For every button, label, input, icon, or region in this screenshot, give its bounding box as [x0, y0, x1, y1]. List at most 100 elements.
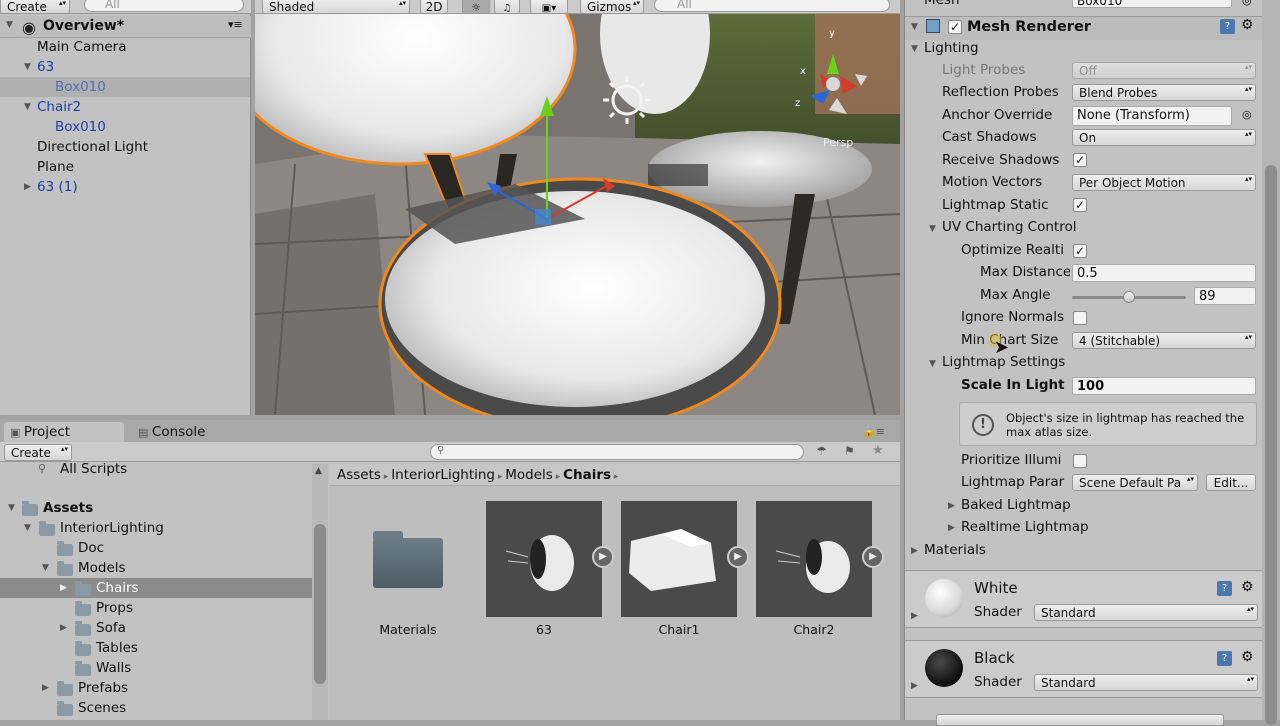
- object-picker-icon[interactable]: ◎: [1242, 108, 1252, 121]
- collapse-arrow-icon[interactable]: ▼: [911, 22, 918, 32]
- add-component-button[interactable]: [936, 714, 1224, 726]
- lighting-header[interactable]: Lighting: [924, 40, 979, 56]
- asset-chair2[interactable]: [756, 501, 872, 617]
- asset-chair1[interactable]: [621, 501, 737, 617]
- tree-item-assets[interactable]: ▼ Assets: [0, 498, 312, 518]
- max-angle-field[interactable]: 89: [1194, 287, 1256, 305]
- expand-arrow-icon[interactable]: ▶: [42, 678, 49, 698]
- hierarchy-item-chair2[interactable]: ▼ Chair2: [0, 97, 250, 117]
- optimize-checkbox[interactable]: ✓: [1073, 244, 1087, 258]
- effects-dropdown[interactable]: ▣▾: [530, 0, 568, 14]
- tree-item-tables[interactable]: Tables: [0, 638, 312, 658]
- expand-model-button[interactable]: ▶: [727, 546, 749, 568]
- lightmap-static-checkbox[interactable]: ✓: [1073, 198, 1087, 212]
- expand-arrow-icon[interactable]: ▼: [24, 518, 31, 538]
- help-book-icon[interactable]: ?: [1217, 581, 1232, 596]
- expand-arrow-icon[interactable]: ▼: [42, 558, 49, 578]
- expand-model-button[interactable]: ▶: [862, 546, 884, 568]
- shader-dropdown[interactable]: Standard: [1034, 604, 1258, 621]
- 2d-toggle-button[interactable]: 2D: [420, 0, 448, 14]
- breadcrumb-models[interactable]: Models: [505, 467, 553, 483]
- lighting-collapse-icon[interactable]: ▼: [911, 44, 918, 54]
- realtime-lightmap-label[interactable]: Realtime Lightmap: [961, 519, 1089, 535]
- scene-menu-icon[interactable]: ▾≡: [228, 18, 243, 31]
- realtime-expand-icon[interactable]: ▶: [948, 523, 955, 533]
- lightmap-settings-collapse-icon[interactable]: ▼: [929, 359, 936, 369]
- lightmap-settings-label[interactable]: Lightmap Settings: [942, 354, 1065, 370]
- anchor-override-field[interactable]: None (Transform): [1072, 106, 1232, 126]
- scene-search-input[interactable]: All: [654, 0, 890, 12]
- min-chart-dropdown[interactable]: 4 (Stitchable): [1072, 332, 1256, 349]
- material-expand-icon[interactable]: ▶: [911, 611, 918, 621]
- mesh-renderer-enabled-checkbox[interactable]: ✓: [948, 20, 962, 34]
- reflection-probes-dropdown[interactable]: Blend Probes: [1072, 84, 1256, 101]
- tab-console[interactable]: ▤ Console: [134, 422, 254, 442]
- tree-item-models[interactable]: ▼ Models: [0, 558, 312, 578]
- gizmos-dropdown[interactable]: Gizmos: [580, 0, 644, 14]
- expand-arrow-icon[interactable]: ▼: [8, 498, 15, 518]
- ignore-normals-checkbox[interactable]: [1073, 311, 1087, 325]
- tree-scrollbar[interactable]: ▲: [312, 464, 328, 720]
- scene-viewport[interactable]: y x z: [255, 14, 900, 415]
- lightmap-param-dropdown[interactable]: Scene Default Pa: [1072, 474, 1198, 491]
- hierarchy-item-directional-light[interactable]: Directional Light: [0, 137, 250, 157]
- hierarchy-item-plane[interactable]: Plane: [0, 157, 250, 177]
- help-book-icon[interactable]: ?: [1217, 651, 1232, 666]
- expand-arrow-icon[interactable]: ▼: [24, 97, 31, 117]
- asset-63[interactable]: [486, 501, 602, 617]
- tree-item-walls[interactable]: Walls: [0, 658, 312, 678]
- baked-lightmap-label[interactable]: Baked Lightmap: [961, 497, 1071, 513]
- max-distance-field[interactable]: 0.5: [1072, 264, 1256, 282]
- expand-arrow-icon[interactable]: ▶: [60, 578, 67, 598]
- gear-icon[interactable]: ⚙: [1241, 649, 1254, 665]
- expand-arrow-icon[interactable]: ▶: [60, 618, 67, 638]
- tree-item-all-scripts[interactable]: ⚲ All Scripts: [0, 462, 312, 479]
- receive-shadows-checkbox[interactable]: ✓: [1073, 153, 1087, 167]
- scroll-up-icon[interactable]: ▲: [315, 466, 322, 476]
- tree-item-scenes[interactable]: Scenes: [0, 698, 312, 718]
- shader-dropdown[interactable]: Standard: [1034, 674, 1258, 691]
- expand-arrow-icon[interactable]: ▼: [24, 57, 31, 77]
- light-probes-dropdown[interactable]: Off: [1072, 62, 1256, 79]
- scale-field[interactable]: 100: [1072, 377, 1256, 395]
- breadcrumb-interiorlighting[interactable]: InteriorLighting: [391, 467, 495, 483]
- materials-expand-icon[interactable]: ▶: [911, 546, 918, 556]
- edit-button[interactable]: Edit...: [1206, 474, 1256, 491]
- tree-scrollbar-thumb[interactable]: [314, 524, 326, 684]
- lock-icon[interactable]: 🔒≡: [862, 425, 885, 438]
- mesh-field[interactable]: Box010: [1072, 0, 1232, 8]
- max-angle-slider-thumb[interactable]: [1123, 291, 1135, 303]
- tree-item-prefabs[interactable]: ▶ Prefabs: [0, 678, 312, 698]
- motion-vectors-dropdown[interactable]: Per Object Motion: [1072, 174, 1256, 191]
- hierarchy-create-dropdown[interactable]: Create: [0, 0, 70, 14]
- audio-toggle-button[interactable]: ♫: [494, 0, 520, 14]
- cast-shadows-dropdown[interactable]: On: [1072, 129, 1256, 146]
- tree-item-doc[interactable]: Doc: [0, 538, 312, 558]
- material-expand-icon[interactable]: ▶: [911, 681, 918, 691]
- hierarchy-item-box010[interactable]: Box010: [0, 117, 250, 137]
- hierarchy-search-input[interactable]: All: [84, 0, 244, 12]
- object-picker-icon[interactable]: ◎: [1242, 0, 1252, 7]
- prioritize-checkbox[interactable]: [1073, 454, 1087, 468]
- uv-charting-collapse-icon[interactable]: ▼: [929, 224, 936, 234]
- persp-label[interactable]: Persp: [823, 136, 853, 149]
- tab-project[interactable]: ▣ Project: [4, 422, 124, 442]
- hierarchy-item-box010-selected[interactable]: Box010: [0, 77, 250, 97]
- lighting-toggle-button[interactable]: ☼: [462, 0, 490, 14]
- expand-model-button[interactable]: ▶: [592, 546, 614, 568]
- shading-mode-dropdown[interactable]: Shaded: [262, 0, 410, 14]
- hierarchy-item-63-1[interactable]: ▶ 63 (1): [0, 177, 250, 197]
- hierarchy-item-main-camera[interactable]: Main Camera: [0, 37, 250, 57]
- expand-arrow-icon[interactable]: ▶: [24, 177, 31, 197]
- inspector-scrollbar-thumb[interactable]: [1265, 165, 1277, 725]
- scene-collapse-icon[interactable]: ▼: [6, 20, 13, 30]
- help-book-icon[interactable]: ?: [1220, 19, 1235, 34]
- breadcrumb-assets[interactable]: Assets: [337, 467, 381, 483]
- project-search-input[interactable]: ⚲: [430, 444, 804, 460]
- breadcrumb-chairs[interactable]: Chairs: [563, 467, 611, 483]
- inspector-scrollbar[interactable]: [1262, 0, 1280, 725]
- filter-type-icon[interactable]: ☂: [816, 444, 827, 458]
- gear-icon[interactable]: ⚙: [1241, 17, 1254, 33]
- tree-item-sofa[interactable]: ▶ Sofa: [0, 618, 312, 638]
- materials-label[interactable]: Materials: [924, 542, 986, 558]
